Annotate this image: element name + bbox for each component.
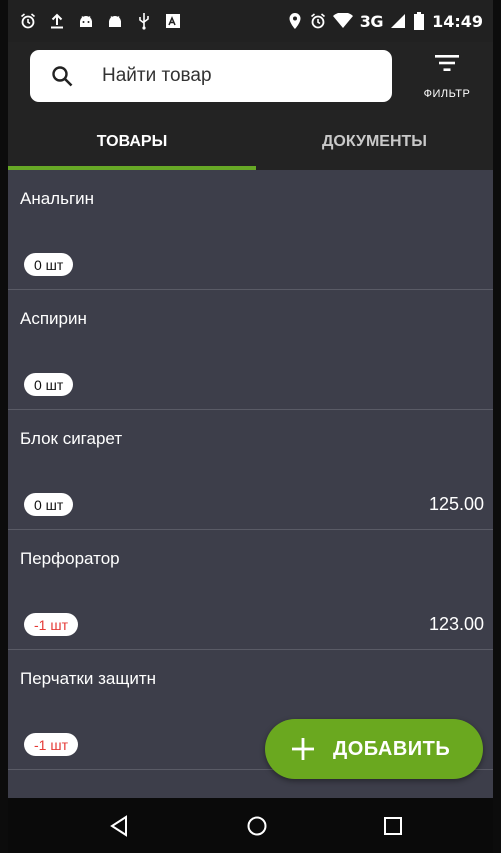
battery-icon bbox=[413, 12, 425, 30]
product-name: Перфоратор bbox=[20, 549, 120, 568]
alarm-icon bbox=[20, 12, 36, 30]
tab-goods[interactable]: ТОВАРЫ bbox=[8, 114, 256, 170]
back-icon[interactable] bbox=[108, 815, 130, 837]
status-time: 14:49 bbox=[432, 11, 483, 31]
location-icon bbox=[287, 12, 303, 30]
upload-icon bbox=[49, 12, 65, 30]
android-icon bbox=[78, 12, 94, 30]
tab-documents[interactable]: ДОКУМЕНТЫ bbox=[256, 114, 493, 170]
home-icon[interactable] bbox=[246, 815, 268, 837]
network-type: 3G bbox=[359, 11, 384, 31]
status-right: 3G 14:49 bbox=[287, 12, 493, 31]
filter-button[interactable]: ФИЛЬТР bbox=[412, 52, 482, 108]
product-price: 123.00 bbox=[428, 614, 484, 634]
product-name: Перчатки защитн bbox=[20, 669, 157, 688]
app-screen: 3G 14:49 ФИЛЬТР ТОВАРЫ ДОКУМЕНТЫ bbox=[0, 0, 501, 853]
search-input[interactable] bbox=[100, 55, 384, 97]
tab-bar: ТОВАРЫ ДОКУМЕНТЫ bbox=[8, 114, 493, 170]
navigation-bar bbox=[8, 798, 493, 853]
plus-icon bbox=[291, 737, 315, 761]
quantity-badge: -1 шт bbox=[24, 733, 78, 756]
filter-icon bbox=[434, 52, 460, 74]
image-icon bbox=[165, 12, 181, 30]
search-box[interactable] bbox=[30, 50, 392, 102]
product-list[interactable]: Анальгин 0 шт Аспирин 0 шт Блок сигарет … bbox=[8, 170, 493, 798]
product-name: Анальгин bbox=[20, 189, 95, 208]
signal-icon bbox=[390, 12, 406, 30]
alarm-icon bbox=[310, 12, 326, 30]
search-icon bbox=[50, 64, 74, 88]
list-item[interactable]: Перфоратор -1 шт 123.00 bbox=[8, 530, 493, 650]
quantity-badge: 0 шт bbox=[24, 493, 74, 516]
list-item[interactable]: Аспирин 0 шт bbox=[8, 290, 493, 410]
device-bezel-right bbox=[493, 0, 501, 853]
android-icon bbox=[107, 12, 123, 30]
usb-icon bbox=[136, 12, 152, 30]
list-item[interactable]: Анальгин 0 шт bbox=[8, 170, 493, 290]
product-price: 125.00 bbox=[428, 494, 484, 514]
list-item[interactable]: Блок сигарет 0 шт 125.00 bbox=[8, 410, 493, 530]
quantity-badge: -1 шт bbox=[24, 613, 78, 636]
status-bar: 3G 14:49 bbox=[8, 0, 493, 42]
add-button-label: ДОБАВИТЬ bbox=[333, 737, 451, 760]
product-name: Аспирин bbox=[20, 309, 87, 328]
quantity-badge: 0 шт bbox=[24, 373, 74, 396]
wifi-icon bbox=[332, 12, 353, 30]
app-header: ФИЛЬТР ТОВАРЫ ДОКУМЕНТЫ bbox=[8, 42, 493, 170]
recents-icon[interactable] bbox=[382, 815, 404, 837]
quantity-badge: 0 шт bbox=[24, 253, 74, 276]
status-left bbox=[8, 12, 181, 30]
filter-label: ФИЛЬТР bbox=[423, 88, 471, 100]
add-button[interactable]: ДОБАВИТЬ bbox=[265, 719, 483, 779]
product-name: Блок сигарет bbox=[20, 429, 123, 448]
device-bezel-left bbox=[0, 0, 8, 853]
